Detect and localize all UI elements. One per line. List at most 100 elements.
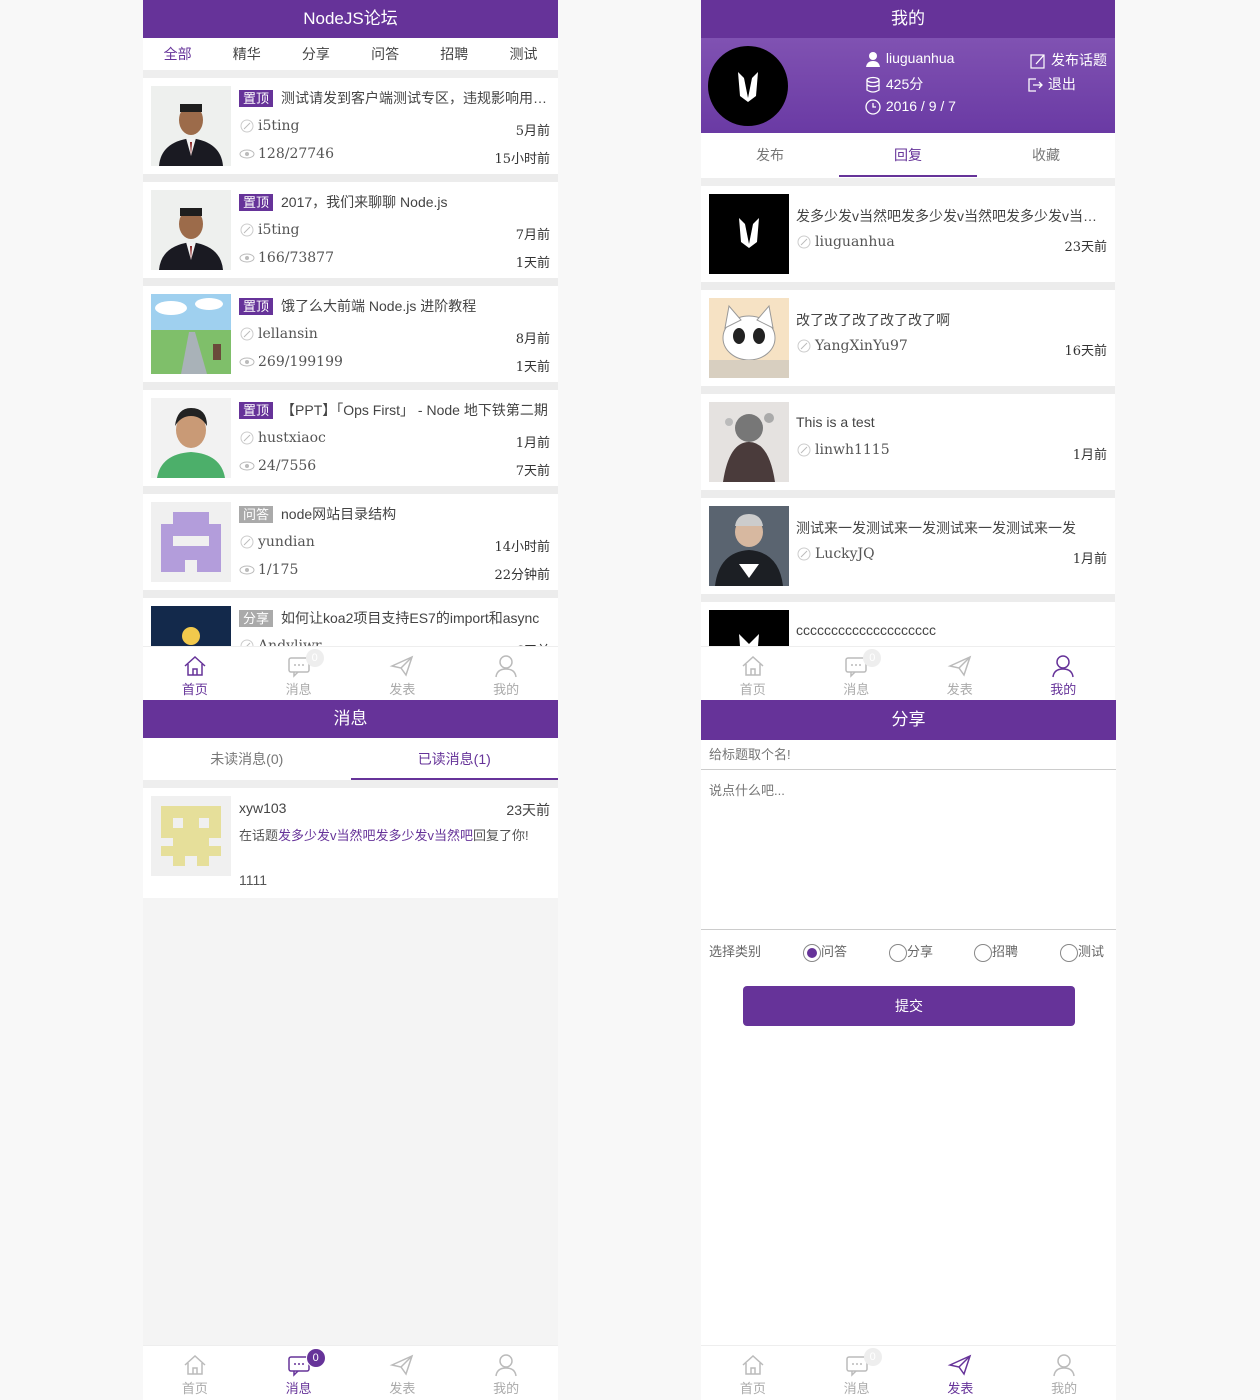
nav-publish-label: 发表 [946, 682, 973, 697]
topic-title-line: 置顶 饿了么大前端 Node.js 进阶教程 [239, 296, 550, 316]
eye-icon [239, 355, 255, 369]
reply-item[interactable]: 发多少发v当然吧发多少发v当然吧发多少发v当然吧 liuguanhua 23天前 [701, 186, 1115, 290]
tab-replies[interactable]: 回复 [839, 133, 977, 177]
topic-author[interactable]: lellansin [258, 326, 318, 342]
topic-author[interactable]: yundian [258, 534, 315, 550]
topic-title[interactable]: 2017，我们来聊聊 Node.js [281, 194, 448, 210]
nav-messages[interactable]: 0 消息 [247, 1346, 351, 1400]
nav-mine[interactable]: 我的 [1012, 647, 1116, 700]
topic-author[interactable]: hustxiaoc [258, 430, 326, 446]
messages-header: 消息 [143, 700, 558, 738]
nav-messages[interactable]: 0 消息 [247, 647, 351, 700]
message-topic-link[interactable]: 发多少发v当然吧发多少发v当然吧 [278, 828, 473, 843]
avatar [151, 86, 231, 166]
user-icon [1053, 1354, 1075, 1377]
nav-publish-label: 发表 [947, 1381, 974, 1396]
topic-title[interactable]: 测试请发到客户端测试专区，违规影响用户的，直接封号 [281, 90, 550, 106]
reply-author[interactable]: LuckyJQ [815, 546, 875, 562]
nav-publish-label: 发表 [389, 682, 416, 697]
content-textarea[interactable] [701, 772, 1116, 930]
topic-tag: 分享 [239, 610, 274, 627]
clock-icon [865, 99, 881, 115]
reply-item[interactable]: 改了改了改了改了改了啊 YangXinYu97 16天前 [701, 290, 1115, 394]
topic-title[interactable]: node网站目录结构 [281, 506, 396, 522]
pen-icon [239, 431, 255, 445]
reply-item[interactable]: This is a test linwh1115 1月前 [701, 394, 1115, 498]
tab-unread[interactable]: 未读消息(0) [143, 738, 351, 780]
tab-job[interactable]: 招聘 [420, 38, 489, 70]
logout-label: 退出 [1047, 76, 1076, 92]
topic-author-row: i5ting 5月前 [239, 118, 550, 139]
topic-stats: 269/199199 [258, 354, 343, 370]
topic-author[interactable]: i5ting [258, 222, 299, 238]
tab-share[interactable]: 分享 [281, 38, 350, 70]
nav-publish[interactable]: 发表 [908, 647, 1012, 700]
radio-share-label: 分享 [907, 944, 934, 959]
topic-item[interactable]: 置顶 2017，我们来聊聊 Node.js i5ting 7月前 166/73877… [143, 182, 558, 286]
home-icon [184, 655, 206, 676]
tab-published[interactable]: 发布 [701, 133, 839, 177]
title-input[interactable] [701, 740, 1116, 770]
topic-stats-row: 166/73877 1天前 [239, 250, 550, 271]
nav-messages[interactable]: 0 消息 [805, 1346, 909, 1400]
nav-mine-label: 我的 [1050, 682, 1077, 697]
nav-publish[interactable]: 发表 [351, 647, 455, 700]
topic-item[interactable]: 置顶测试请发到客户端测试专区，违规影响用户的，直接封号 i5ting 5月前 12… [143, 78, 558, 182]
topic-title-line: 置顶 【PPT】「Ops First」 - Node 地下铁第二期 [239, 400, 550, 420]
nav-publish[interactable]: 发表 [909, 1346, 1013, 1400]
reply-topic-title[interactable]: This is a test [796, 414, 1107, 430]
radio-ask[interactable]: 问答 [803, 940, 847, 964]
submit-button[interactable]: 提交 [743, 986, 1075, 1026]
tab-good[interactable]: 精华 [212, 38, 281, 70]
topic-title[interactable]: 如何让koa2项目支持ES7的import和async [281, 610, 539, 626]
radio-job[interactable]: 招聘 [974, 940, 1018, 964]
tab-read[interactable]: 已读消息(1) [350, 738, 558, 780]
nav-messages[interactable]: 0 消息 [805, 647, 909, 700]
topic-author-row: yundian 14小时前 [239, 534, 550, 555]
topic-stats: 128/27746 [258, 146, 334, 162]
logout-link[interactable]: 退出 [1026, 74, 1076, 94]
topic-title[interactable]: 饿了么大前端 Node.js 进阶教程 [281, 298, 476, 314]
radio-test[interactable]: 测试 [1060, 940, 1104, 964]
reply-author[interactable]: linwh1115 [815, 442, 890, 458]
reply-topic-title[interactable]: 测试来一发测试来一发测试来一发测试来一发 [796, 518, 1107, 538]
page-title: NodeJS论坛 [303, 9, 398, 28]
message-user[interactable]: xyw103 [239, 800, 286, 816]
topic-item[interactable]: 置顶 饿了么大前端 Node.js 进阶教程 lellansin 8月前 269/1… [143, 286, 558, 390]
divider [143, 780, 558, 788]
avatar [151, 796, 231, 876]
category-selector: 选择类别 问答 分享 招聘 测试 [701, 940, 1116, 964]
topic-author[interactable]: i5ting [258, 118, 299, 134]
nav-mine[interactable]: 我的 [1012, 1346, 1116, 1400]
nav-mine[interactable]: 我的 [454, 1346, 558, 1400]
topic-item[interactable]: 置顶 【PPT】「Ops First」 - Node 地下铁第二期 hustxia… [143, 390, 558, 494]
reply-topic-title[interactable]: cccccccccccccccccccc [796, 622, 1107, 638]
avatar [709, 402, 789, 482]
nav-home[interactable]: 首页 [701, 647, 805, 700]
topic-updated: 15小时前 [494, 152, 550, 167]
message-item[interactable]: xyw103 23天前 在话题发多少发v当然吧发多少发v当然吧回复了你! 111… [143, 788, 558, 898]
tab-all[interactable]: 全部 [143, 38, 212, 70]
topic-title-line: 置顶 2017，我们来聊聊 Node.js [239, 192, 550, 212]
reply-author[interactable]: liuguanhua [815, 234, 895, 250]
tab-ask[interactable]: 问答 [351, 38, 420, 70]
reply-topic-title[interactable]: 改了改了改了改了改了啊 [796, 310, 1107, 330]
topic-title[interactable]: 【PPT】「Ops First」 - Node 地下铁第二期 [281, 402, 548, 418]
reply-author[interactable]: YangXinYu97 [815, 338, 908, 354]
pen-icon [796, 547, 812, 561]
publish-topic-link[interactable]: 发布话题 [1029, 50, 1107, 70]
nav-publish[interactable]: 发表 [351, 1346, 455, 1400]
topic-item[interactable]: 问答 node网站目录结构 yundian 14小时前 1/175 22分钟前 [143, 494, 558, 598]
radio-checked-icon [803, 943, 821, 962]
nav-home[interactable]: 首页 [701, 1346, 805, 1400]
radio-share[interactable]: 分享 [889, 940, 933, 964]
message-count-badge: 0 [863, 649, 882, 667]
nav-home[interactable]: 首页 [143, 647, 247, 700]
nav-home-label: 首页 [739, 682, 766, 697]
nav-home[interactable]: 首页 [143, 1346, 247, 1400]
reply-topic-title[interactable]: 发多少发v当然吧发多少发v当然吧发多少发v当然吧 [796, 206, 1107, 226]
tab-favorites[interactable]: 收藏 [977, 133, 1115, 177]
nav-mine[interactable]: 我的 [454, 647, 558, 700]
reply-item[interactable]: 测试来一发测试来一发测试来一发测试来一发 LuckyJQ 1月前 [701, 498, 1115, 602]
tab-test[interactable]: 测试 [489, 38, 558, 70]
